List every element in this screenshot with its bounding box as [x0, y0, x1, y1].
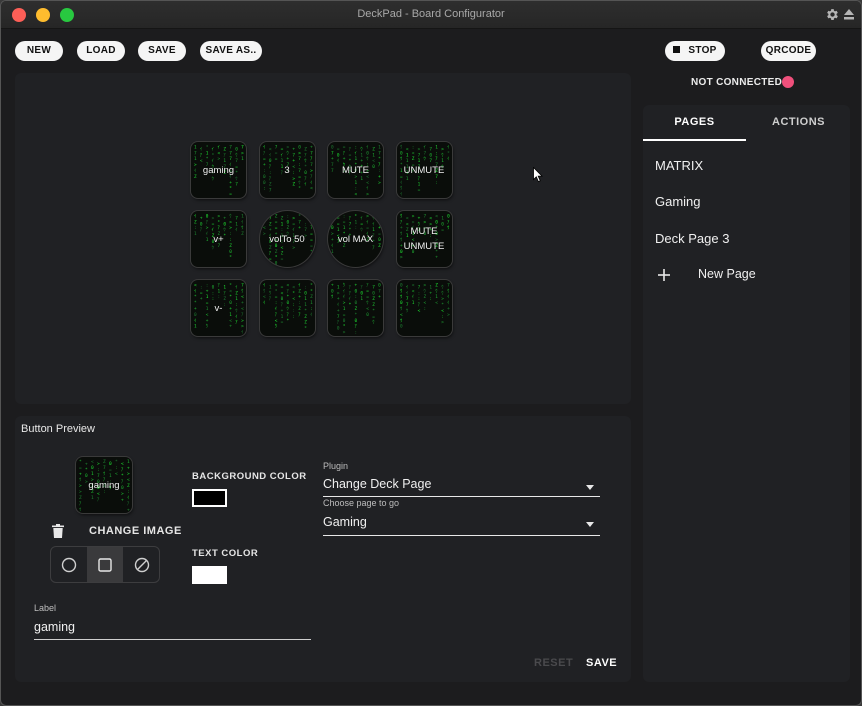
button-preview-title: Button Preview — [21, 423, 95, 435]
plus-icon — [658, 269, 670, 281]
deck-key-label: UNMUTE — [403, 164, 445, 176]
text-color-label: TEXT COLOR — [192, 548, 259, 559]
deck-key[interactable]: ｲ Z:1 +0 ｱ 0 ｱ > ｲ 1 > = ｲ Z 0 ｳ > * ｱ Z:7 +0 ｳ * ｳ > >:: Z 0 * 7 1 ｲ 1… — [191, 211, 246, 267]
deck-key[interactable]: ｳｱ + ｳｳ +0 > < < Z 1 > > ｲ 1 < +0 + ｳ 7 7 > = 0 < > +: <0 * 0 > Z * +1 0… — [396, 211, 452, 267]
background-color-label: BACKGROUND COLOR — [192, 471, 307, 482]
deck-key[interactable]: ｳ 0 ｳ * 1 = ｲｳｲ <1 1 1 1 1: < Z = ｲ >7 1 7: ｱ 1 = ｲ 7 ｳ 7 0 7 1: ｱ 7 Z 7… — [396, 142, 452, 198]
label-caption: Label — [34, 603, 57, 613]
deck-key-label: v+ — [213, 233, 224, 245]
page-item-gaming[interactable]: Gaming — [655, 194, 701, 209]
page-item-deck-page-3[interactable]: Deck Page 3 — [655, 231, 729, 246]
load-button[interactable]: LOAD — [77, 41, 125, 61]
square-shape-icon — [98, 557, 112, 572]
deck-board-panel — [15, 73, 631, 404]
deck-key-label: MUTE UNMUTE — [403, 226, 445, 252]
deck-key-label — [399, 280, 450, 336]
tab-actions[interactable]: ACTIONS — [747, 105, 850, 141]
square-shape-button[interactable] — [87, 547, 123, 582]
mouse-cursor-icon — [533, 167, 543, 183]
deck-key[interactable]: 1 7 1 > ｲ Z ｲｱ < * 1 * 7 ｲ * ｲｳ: ｳｲ < > Z ｱ 1 7 Z 7 7 7 ｲ = ｲ + * = 0 ｳ 7 =… — [191, 142, 246, 198]
target-page-value: Gaming — [323, 515, 367, 529]
new-page-button[interactable]: New Page — [655, 265, 775, 285]
plugin-value: Change Deck Page — [323, 477, 432, 491]
new-page-label: New Page — [698, 267, 756, 281]
tab-pages[interactable]: PAGES — [643, 105, 746, 141]
eject-icon[interactable] — [843, 8, 855, 21]
deck-key[interactable]: 0 7 +7 7 = 0 ｲ = ｱ + ｳ: ｱ = * ｳｱ: ｲ 1 * ｳ >1: < ｳ 1 + * +1 ｲ 0 ｳ: > < <… — [328, 142, 383, 198]
preview-button: * = + ｳ > > Z ｱｳ + * 0 > <0 1 > ｱ Z 1 >:7 0 0 < ｱ Z 7 ｳｱ Z:0 = 1: ｳ *:… — [76, 457, 132, 513]
new-button[interactable]: NEW — [15, 41, 63, 61]
connection-status-text: NOT CONNECTED — [691, 77, 783, 88]
gear-icon[interactable] — [825, 7, 840, 22]
change-image-button[interactable]: CHANGE IMAGE — [89, 525, 182, 537]
circle-shape-icon — [61, 557, 77, 572]
deck-key-label — [262, 280, 313, 336]
connection-status-indicator — [782, 76, 794, 88]
no-shape-icon — [134, 557, 150, 572]
reset-button[interactable]: RESET — [534, 657, 573, 669]
stop-server-button[interactable]: STOP — [665, 41, 725, 61]
plugin-select[interactable]: Change Deck Page — [323, 475, 600, 497]
qrcode-button[interactable]: QRCODE — [761, 41, 816, 61]
stop-label: STOP — [688, 45, 717, 56]
deck-key[interactable]: ｲｱ = +:0 0: < ｲ 0 ｱ: ｱ Z 7 7 = = = ｲ 1 1 ｱ > ｳ +7 + +7 + <: > Z 0 >7:… — [259, 142, 315, 198]
deck-key[interactable]: +0 ｳ 1 > + ｲ +7 ｱ 0 ｳｲｲ >1 = 0 * > ｱｱｲ * +0:0 Z * 0 ｱ: ｱ 0 1 ｱ = = ｳ… — [328, 280, 383, 336]
save-as-button[interactable]: SAVE AS.. — [200, 41, 262, 61]
app-window: DeckPad - Board Configurator NEW LOAD SA… — [0, 0, 862, 706]
deck-key[interactable]: 0 ｳｳ 0 ｳ < ｳ 0 ｲｲ 7 7 ｳ < < ｲ 1 7:: ｱ < > ｳ Z <:1 +: Z ｳ 1 < ｳｳ > * <:… — [396, 280, 452, 336]
window-title: DeckPad - Board Configurator — [357, 8, 505, 20]
plugin-underline — [323, 496, 600, 497]
deck-key[interactable]: Z ｱ 0 > + ｲ 1 = = 1 <7: = 1 *: Z ｱ 7 * * * 1: ｲ = ｳ > ｲ = ｲ Z ｲｲ 1 ｱ * ｱｲ… — [328, 211, 383, 267]
page-item-matrix[interactable]: MATRIX — [655, 158, 703, 173]
trash-icon[interactable] — [52, 524, 64, 538]
chevron-down-icon — [586, 485, 594, 490]
deck-key[interactable]: < ｲ * * +0 ｲ 1: = +: +1 = 1 < + ｳ 0:: ｱ 1:1 ｱ Z: * < * 0 +1 < + ｲ Z 1… — [191, 280, 246, 336]
deck-key-label: MUTE — [342, 164, 369, 176]
deck-key[interactable]: ｲｳ < ｲ 1 ｳｱ < * =: ｲｱ < ｳ = <0 ｱ +1 = < ｱ * 0 ｳｱ * < * <::: ｲ Z +: Z… — [259, 280, 315, 336]
preview-button-label: gaming — [88, 479, 120, 491]
stop-icon — [673, 45, 681, 53]
title-bar: DeckPad - Board Configurator — [1, 1, 861, 29]
deck-key-label — [330, 280, 381, 336]
deck-key[interactable]: ｱ > < >7 Z + ｲ 0 Z ｱ = Z = = + = 0 Z * 0 Z 1:1: < Z =:0 Z ｳ > = ｲ 1 7 > *… — [259, 211, 315, 267]
deck-key-label: volTo 50 — [269, 233, 305, 245]
background-color-swatch[interactable] — [192, 489, 227, 507]
page-caption: Choose page to go — [323, 498, 400, 508]
target-page-select[interactable]: Gaming — [323, 512, 600, 536]
label-input[interactable]: gaming — [34, 617, 311, 640]
save-button[interactable]: SAVE — [138, 41, 186, 61]
deck-key-label: vol MAX — [337, 233, 374, 245]
button-shape-selector — [50, 546, 160, 583]
plugin-caption: Plugin — [323, 461, 349, 471]
label-underline — [34, 639, 311, 640]
circle-shape-button[interactable] — [51, 547, 87, 582]
chevron-down-icon — [586, 522, 594, 527]
text-color-swatch[interactable] — [192, 566, 227, 584]
target-page-underline — [323, 535, 600, 536]
sidebar-panel — [643, 105, 850, 682]
deck-key-label: v- — [214, 302, 223, 314]
sidebar-tabs: PAGES ACTIONS — [643, 105, 850, 141]
label-input-value: gaming — [34, 620, 75, 634]
no-shape-button[interactable] — [124, 547, 159, 582]
save-preview-button[interactable]: SAVE — [586, 657, 617, 669]
deck-key-label: gaming — [202, 164, 235, 176]
deck-key-label: 3 — [284, 164, 290, 176]
